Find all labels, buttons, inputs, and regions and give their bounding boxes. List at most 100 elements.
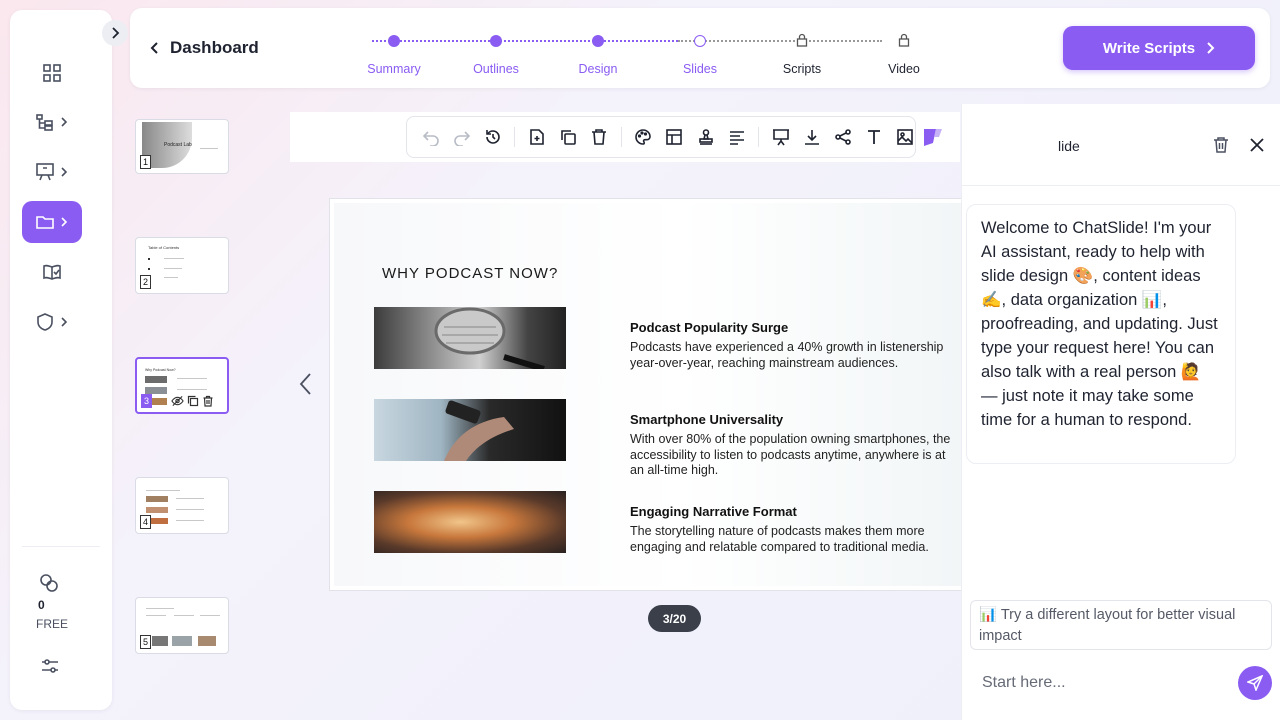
thumb-2-index: 2	[140, 275, 151, 289]
thumb-2-title: Table of Contents	[148, 245, 180, 250]
microphone-image[interactable]	[374, 307, 566, 372]
sidebar-item-workflow[interactable]	[22, 101, 82, 143]
sidebar-item-security[interactable]	[22, 301, 82, 343]
chat-input[interactable]: Start here...	[982, 674, 1066, 692]
shield-icon	[37, 313, 53, 331]
lock-icon	[796, 33, 808, 47]
text-button[interactable]	[865, 127, 884, 147]
lock-icon	[898, 33, 910, 47]
thumb-3-title: Why Podcast Now?	[145, 368, 176, 372]
history-icon	[486, 130, 500, 144]
previous-slide-button[interactable]	[298, 372, 314, 401]
step-video[interactable]: Video	[864, 62, 944, 76]
smartphone-image[interactable]	[374, 399, 566, 461]
chevron-right-icon	[61, 167, 68, 177]
redo-icon	[453, 131, 470, 146]
glowing-book-image[interactable]	[374, 491, 566, 553]
slide-title[interactable]: WHY PODCAST NOW?	[382, 265, 558, 282]
coins-icon	[40, 574, 58, 592]
duplicate-slide-icon[interactable]	[187, 395, 199, 407]
image-button[interactable]	[896, 127, 915, 147]
microphone-picture	[434, 307, 545, 372]
step-slides[interactable]: Slides	[660, 62, 740, 76]
slide-toolbar	[406, 116, 916, 158]
sidebar-item-dashboard[interactable]	[22, 52, 82, 94]
copy-icon	[561, 130, 576, 145]
delete-slide-icon[interactable]	[202, 395, 214, 407]
sidebar-expand-button[interactable]	[102, 20, 128, 46]
undo-button[interactable]	[421, 127, 440, 147]
presentation-icon	[772, 129, 789, 146]
send-icon	[1247, 675, 1263, 691]
trash-icon	[1214, 137, 1228, 153]
close-chat-button[interactable]	[1249, 137, 1265, 158]
point-3-text[interactable]: The storytelling nature of podcasts make…	[630, 524, 960, 555]
layout-button[interactable]	[665, 127, 684, 147]
share-button[interactable]	[834, 127, 853, 147]
step-dot-design	[592, 35, 604, 47]
align-left-icon	[729, 131, 744, 145]
sidebar-item-folders[interactable]	[22, 201, 82, 243]
presentation-screen-icon	[36, 163, 54, 181]
download-button[interactable]	[802, 127, 821, 147]
align-button[interactable]	[727, 127, 746, 147]
step-design[interactable]: Design	[558, 62, 638, 76]
add-slide-button[interactable]	[527, 127, 546, 147]
write-scripts-button[interactable]: Write Scripts	[1063, 26, 1255, 70]
stamp-button[interactable]	[696, 127, 715, 147]
hide-slide-icon[interactable]	[171, 395, 184, 407]
step-dot-outlines	[490, 35, 502, 47]
chevron-right-icon	[61, 317, 68, 327]
slide-thumbnail-1[interactable]: Podcast Lab 1	[135, 119, 229, 174]
assistant-welcome-message: Welcome to ChatSlide! I'm your AI assist…	[966, 204, 1236, 464]
stamp-icon	[698, 129, 713, 145]
palette-icon	[635, 129, 652, 145]
thumb-5-index: 5	[140, 635, 151, 649]
clear-chat-button[interactable]	[1212, 136, 1230, 159]
theme-button[interactable]	[634, 127, 653, 147]
duplicate-slide-button[interactable]	[559, 127, 578, 147]
sidebar-item-library[interactable]	[22, 251, 82, 293]
write-scripts-label: Write Scripts	[1102, 39, 1196, 57]
slide-thumbnail-3[interactable]: Why Podcast Now? 3	[135, 357, 229, 414]
send-button[interactable]	[1238, 666, 1272, 700]
sidebar-settings[interactable]	[40, 656, 60, 681]
hands-phone-picture	[444, 400, 514, 461]
point-3-heading[interactable]: Engaging Narrative Format	[630, 504, 797, 519]
thumb-4-index: 4	[140, 515, 151, 529]
step-scripts[interactable]: Scripts	[762, 62, 842, 76]
credits-panel: 0 FREE	[10, 572, 94, 631]
back-to-dashboard[interactable]: Dashboard	[150, 38, 259, 58]
download-icon	[804, 130, 819, 145]
step-summary[interactable]: Summary	[354, 62, 434, 76]
slide-thumbnail-4[interactable]: 4	[135, 477, 229, 534]
chevron-right-icon	[1207, 42, 1215, 54]
slide-thumbnail-2[interactable]: Table of Contents 2	[135, 237, 229, 294]
trash-icon	[592, 129, 607, 145]
point-2-text[interactable]: With over 80% of the population owning s…	[630, 432, 960, 479]
sliders-icon	[42, 659, 58, 673]
delete-slide-button[interactable]	[590, 127, 609, 147]
step-outlines[interactable]: Outlines	[456, 62, 536, 76]
sidebar-item-presentations[interactable]	[22, 151, 82, 193]
suggestion-chip[interactable]: 📊 Try a different layout for better visu…	[970, 600, 1272, 650]
chat-panel: lide Welcome to ChatSlide! I'm your AI a…	[961, 104, 1280, 720]
history-button[interactable]	[483, 127, 502, 147]
top-header: Dashboard Summary Outlines Design Slides…	[130, 8, 1270, 88]
point-1-heading[interactable]: Podcast Popularity Surge	[630, 320, 788, 335]
folder-icon	[36, 216, 54, 229]
back-label: Dashboard	[170, 38, 259, 57]
slide-canvas[interactable]: WHY PODCAST NOW? Podcast Popularity Surg…	[329, 198, 969, 591]
point-2-heading[interactable]: Smartphone Universality	[630, 412, 783, 427]
left-sidebar: 0 FREE	[10, 10, 112, 710]
chevron-left-icon	[150, 42, 158, 54]
point-1-text[interactable]: Podcasts have experienced a 40% growth i…	[630, 340, 960, 371]
redo-button[interactable]	[452, 127, 471, 147]
credits-value: 0	[38, 598, 45, 612]
text-icon	[868, 130, 881, 144]
slide-thumbnail-5[interactable]: 5	[135, 597, 229, 654]
plan-label: FREE	[35, 617, 68, 631]
chatslide-logo-icon[interactable]	[922, 127, 944, 147]
sidebar-divider	[22, 546, 100, 547]
present-button[interactable]	[771, 127, 790, 147]
